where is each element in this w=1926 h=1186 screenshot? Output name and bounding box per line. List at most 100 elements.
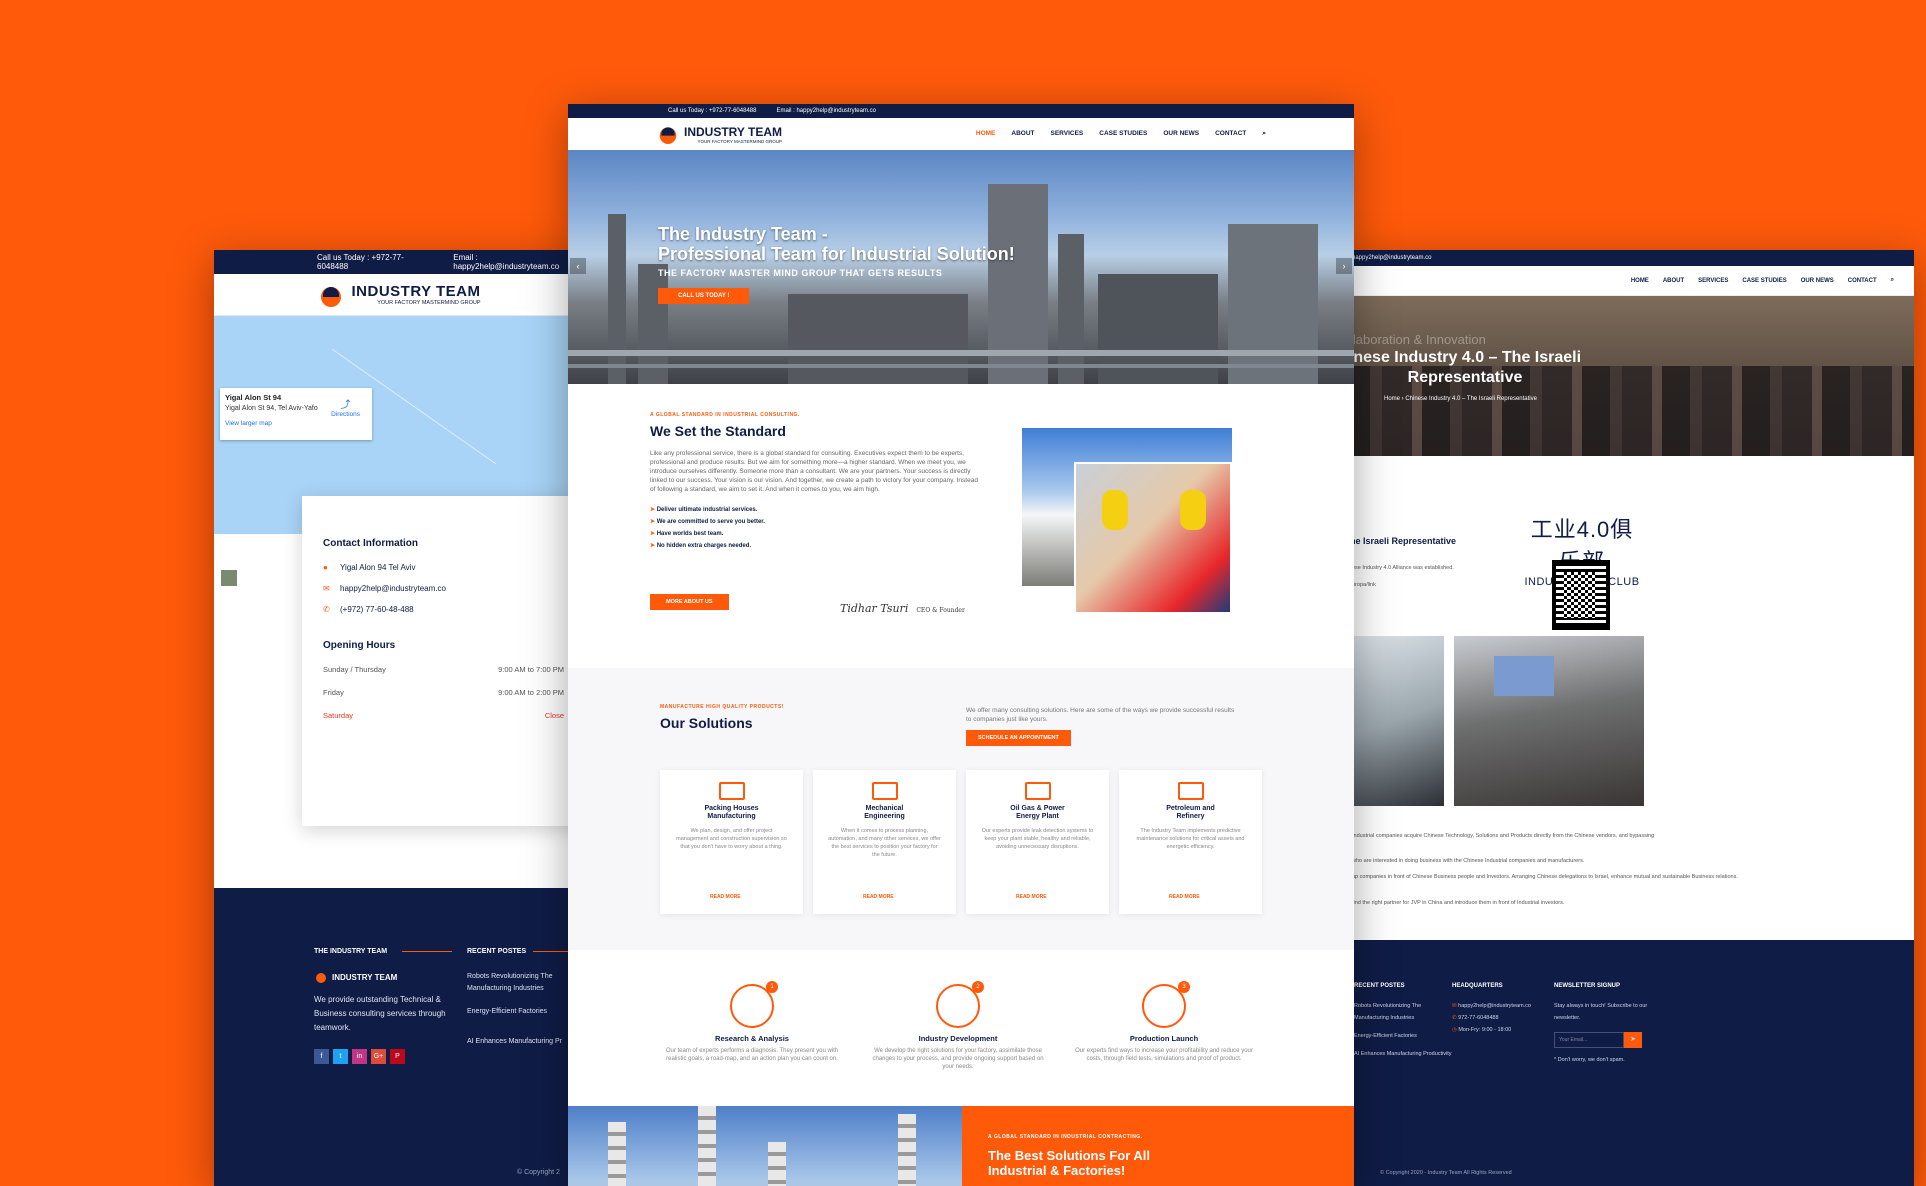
contact-phone-row[interactable]: ✆ (+972) 77-60-48-488: [323, 605, 564, 614]
post-link[interactable]: Energy-Efficient Factories: [1354, 1030, 1424, 1042]
logo[interactable]: INDUSTRY TEAM YOUR FACTORY MASTERMIND GR…: [656, 124, 782, 144]
facebook-icon[interactable]: f: [314, 1049, 329, 1064]
solutions-section: MANUFACTURE HIGH QUALITY PRODUCTS! Our S…: [568, 668, 1354, 950]
solution-card[interactable]: Mechanical Engineering When it comes to p…: [813, 770, 956, 914]
header: INDUSTRY TEAM YOUR FACTORY MASTERMIND GR…: [214, 274, 584, 316]
section-heading: he Israeli Representative: [1350, 536, 1457, 546]
top-bar: Call us Today : +972-77-6048488 Email : …: [214, 250, 584, 274]
call-us-button[interactable]: CALL US TODAY !: [658, 288, 750, 304]
body-text: find the right partner for JVP in China …: [1352, 900, 1565, 906]
hq-phone[interactable]: ✆ 972-77-6048488: [1452, 1012, 1542, 1024]
footer-logo[interactable]: INDUSTRY TEAM: [314, 971, 454, 983]
hero-faded-text: llaboration & Innovation: [1350, 332, 1486, 347]
power-plant-icon: [1024, 782, 1051, 800]
contact-heading: Contact Information: [323, 538, 418, 549]
solution-cards: Packing Houses Manufacturing We plan, des…: [660, 770, 1262, 914]
body-text: who are interested in doing business wit…: [1352, 858, 1585, 864]
newsletter-email-input[interactable]: Your Email...: [1554, 1032, 1624, 1048]
instagram-icon[interactable]: in: [352, 1049, 367, 1064]
twitter-icon[interactable]: t: [333, 1049, 348, 1064]
nav-contact[interactable]: CONTACT: [1215, 130, 1246, 138]
slider-next-icon[interactable]: ›: [1336, 258, 1352, 274]
schedule-appointment-button[interactable]: SCHEDULE AN APPOINTMENT: [966, 730, 1071, 746]
hours-row-closed: Saturday Close: [323, 711, 564, 720]
search-icon[interactable]: ⌕: [1891, 277, 1894, 284]
page-hero: llaboration & Innovation inese Industry …: [1342, 296, 1914, 456]
pinterest-icon[interactable]: P: [390, 1049, 405, 1064]
solution-card[interactable]: Petroleum and Refinery The Industry Team …: [1119, 770, 1262, 914]
phone-text: Call us Today : +972-77-6048488: [317, 253, 404, 271]
hq-email[interactable]: ✉ happy2help@industryteam.co: [1452, 1000, 1542, 1012]
read-more-link[interactable]: READ MORE: [710, 894, 741, 900]
view-larger-map-link[interactable]: View larger map: [225, 420, 367, 427]
read-more-link[interactable]: READ MORE: [863, 894, 894, 900]
read-more-link[interactable]: READ MORE: [1016, 894, 1047, 900]
chimneys-photo: [568, 1106, 962, 1186]
main-nav: HOME ABOUT SERVICES CASE STUDIES OUR NEW…: [976, 130, 1266, 138]
oil-pump-icon: [1177, 782, 1204, 800]
process-step: 1 Research & Analysis Our team of expert…: [662, 981, 842, 1063]
development-icon: 2: [936, 981, 984, 1028]
map-info-card: Yigal Alon St 94 Yigal Alon St 94, Tel A…: [220, 388, 372, 440]
nav-case-studies[interactable]: CASE STUDIES: [1099, 130, 1147, 138]
slider-prev-icon[interactable]: ‹: [570, 258, 586, 274]
nav-contact[interactable]: CONTACT: [1848, 278, 1877, 284]
email-text: Email : happy2help@industryteam.co: [453, 253, 560, 271]
hero-text: The Industry Team - Professional Team for…: [658, 224, 1015, 304]
logo-name: INDUSTRY TEAM: [684, 124, 783, 139]
process-steps: 1 Research & Analysis Our team of expert…: [568, 950, 1354, 1106]
main-nav: HOME ABOUT SERVICES CASE STUDIES OUR NEW…: [1342, 266, 1914, 296]
more-about-us-button[interactable]: MORE ABOUT US: [650, 594, 729, 610]
robot-arm-icon: [871, 782, 898, 800]
footer-headquarters: HEADQUARTERS ✉ happy2help@industryteam.c…: [1452, 980, 1542, 1036]
hero-title: The Industry Team - Professional Team for…: [658, 224, 1015, 264]
post-link[interactable]: AI Enhances Manufacturing Pr: [467, 1035, 584, 1049]
newsletter-text: Stay always in touch! Subscribe to our n…: [1554, 1003, 1648, 1021]
logo-tagline: YOUR FACTORY MASTERMIND GROUP: [697, 138, 783, 144]
post-link[interactable]: AI Enhances Manufacturing Productivity: [1354, 1048, 1452, 1060]
gear-helmet-icon: [316, 973, 326, 983]
contact-page-screenshot: Call us Today : +972-77-6048488 Email : …: [214, 250, 584, 1186]
top-bar: happy2help@industryteam.co: [1342, 250, 1914, 266]
breadcrumb[interactable]: Home › Chinese Industry 4.0 – The Israel…: [1384, 396, 1537, 402]
feature-item: We are committed to serve you better.: [650, 518, 1354, 525]
post-link[interactable]: Robots Revolutionizing The Manufacturing…: [467, 971, 584, 995]
nav-about[interactable]: ABOUT: [1011, 130, 1034, 138]
opening-hours: Opening Hours Sunday / Thursday 9:00 AM t…: [323, 640, 564, 720]
nav-services[interactable]: SERVICES: [1051, 130, 1084, 138]
send-icon[interactable]: ➤: [1624, 1032, 1642, 1048]
logo-tagline: YOUR FACTORY MASTERMIND GROUP: [377, 300, 481, 306]
logo-name: INDUSTRY TEAM: [351, 283, 481, 300]
search-icon[interactable]: ⌕: [1262, 130, 1266, 138]
nav-our-news[interactable]: OUR NEWS: [1163, 130, 1199, 138]
directions-button[interactable]: ⤴ Directions: [331, 396, 360, 418]
header: INDUSTRY TEAM YOUR FACTORY MASTERMIND GR…: [568, 118, 1354, 150]
article-page-screenshot: happy2help@industryteam.co HOME ABOUT SE…: [1342, 250, 1914, 1186]
copyright: © Copyright 2020 - Industry Team All Rig…: [1380, 1170, 1512, 1176]
gear-helmet-icon: [659, 127, 677, 144]
nav-home[interactable]: HOME: [1631, 278, 1649, 284]
solution-card[interactable]: Packing Houses Manufacturing We plan, des…: [660, 770, 803, 914]
post-link[interactable]: Energy-Efficient Factories: [467, 1005, 584, 1019]
logo[interactable]: INDUSTRY TEAM YOUR FACTORY MASTERMIND GR…: [317, 283, 481, 307]
contact-email-row[interactable]: ✉ happy2help@industryteam.co: [323, 584, 564, 593]
footer-recent-posts: RECENT POSTES Robots Revolutionizing The…: [467, 948, 584, 1049]
read-more-link[interactable]: READ MORE: [1169, 894, 1200, 900]
google-plus-icon[interactable]: G+: [371, 1049, 386, 1064]
email-text: Email : happy2help@industryteam.co: [776, 108, 876, 114]
nav-our-news[interactable]: OUR NEWS: [1801, 278, 1834, 284]
nav-home[interactable]: HOME: [976, 130, 996, 138]
nav-case-studies[interactable]: CASE STUDIES: [1742, 278, 1786, 284]
post-link[interactable]: Robots Revolutionizing The Manufacturing…: [1354, 1000, 1424, 1024]
section-body: Like any professional service, there is …: [650, 450, 978, 493]
solution-card[interactable]: Oil Gas & Power Energy Plant Our experts …: [966, 770, 1109, 914]
satellite-toggle[interactable]: [219, 568, 239, 588]
nav-about[interactable]: ABOUT: [1663, 278, 1684, 284]
directions-icon: ⤴: [340, 400, 351, 411]
section-title: We Set the Standard: [650, 423, 786, 439]
process-step: 3 Production Launch Our experts find way…: [1074, 981, 1254, 1063]
standard-section: A GLOBAL STANDARD IN INDUSTRIAL CONSULTI…: [568, 384, 1354, 668]
nav-services[interactable]: SERVICES: [1698, 278, 1728, 284]
footer: THE INDUSTRY TEAM INDUSTRY TEAM We provi…: [214, 888, 584, 1186]
no-spam-note: * Don't worry, we don't spam.: [1554, 1057, 1625, 1063]
